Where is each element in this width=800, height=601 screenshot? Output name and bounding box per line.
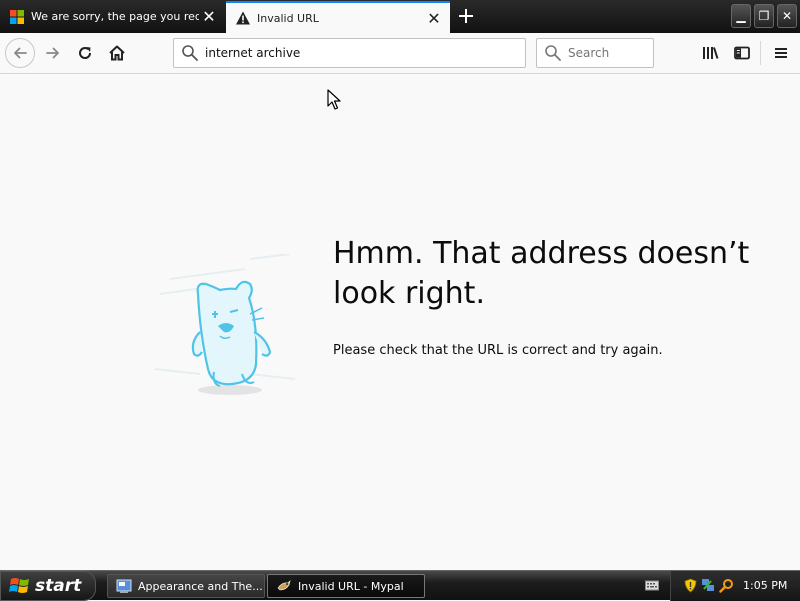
tab-invalid-url[interactable]: Invalid URL ✕	[226, 1, 450, 33]
clock[interactable]: 1:05 PM	[743, 579, 787, 592]
page-content: Hmm. That address doesn’t look right. Pl…	[0, 74, 800, 570]
forward-icon	[46, 47, 59, 59]
new-tab-button[interactable]	[454, 3, 478, 29]
tab-title: We are sorry, the page you reque	[31, 10, 199, 23]
tab-title: Invalid URL	[257, 11, 319, 25]
toolbar-separator	[760, 41, 761, 65]
url-bar[interactable]	[173, 38, 526, 68]
windows-logo-icon	[9, 578, 29, 593]
start-label: start	[35, 576, 82, 596]
plus-icon	[459, 9, 473, 23]
taskbar-item-label: Appearance and The...	[138, 579, 263, 593]
maximize-button[interactable]: ❐	[754, 4, 774, 28]
error-illustration	[154, 254, 296, 395]
search-input[interactable]	[568, 46, 648, 60]
close-tab-icon[interactable]: ✕	[199, 7, 219, 26]
url-input[interactable]	[205, 46, 505, 60]
search-bar[interactable]	[536, 38, 654, 68]
warning-icon	[236, 11, 250, 25]
forward-button[interactable]	[38, 38, 68, 68]
close-tab-icon[interactable]: ✕	[424, 9, 444, 28]
reload-icon	[79, 47, 92, 59]
home-button[interactable]	[102, 38, 132, 68]
navigation-toolbar	[0, 33, 800, 74]
security-shield-icon[interactable]	[683, 578, 698, 593]
error-description: Please check that the URL is correct and…	[333, 343, 663, 358]
mouse-cursor-icon	[327, 89, 341, 110]
start-button[interactable]: start	[0, 571, 96, 601]
control-panel-icon	[116, 579, 132, 593]
tab-sorry-page[interactable]: We are sorry, the page you reque ✕	[0, 0, 225, 33]
menu-icon	[775, 48, 787, 58]
search-icon	[182, 45, 198, 61]
sidebar-icon	[734, 46, 750, 60]
search-tray-icon[interactable]	[719, 578, 734, 593]
network-icon[interactable]	[701, 578, 716, 593]
home-icon	[109, 45, 125, 61]
library-button[interactable]	[695, 38, 725, 68]
minimize-button[interactable]: ▁	[731, 4, 751, 28]
sidebar-button[interactable]	[727, 38, 757, 68]
windows-logo-icon	[10, 9, 24, 24]
reload-button[interactable]	[70, 38, 100, 68]
back-button[interactable]	[5, 38, 35, 68]
menu-button[interactable]	[766, 38, 796, 68]
taskbar-item-invalid-url[interactable]: Invalid URL - Mypal	[267, 574, 425, 598]
back-icon	[14, 47, 27, 59]
taskbar-item-label: Invalid URL - Mypal	[298, 579, 404, 593]
search-icon	[545, 45, 561, 61]
error-title: Hmm. That address doesn’t look right.	[333, 236, 750, 311]
taskbar: start Appearance and The... Invalid URL …	[0, 570, 800, 601]
taskbar-item-appearance[interactable]: Appearance and The...	[107, 574, 265, 598]
tab-strip: We are sorry, the page you reque ✕ Inval…	[0, 0, 800, 33]
mypal-browser-icon	[277, 580, 291, 591]
close-window-button[interactable]: ✕	[777, 4, 797, 28]
library-icon	[703, 47, 719, 59]
keyboard-icon[interactable]	[645, 579, 659, 591]
